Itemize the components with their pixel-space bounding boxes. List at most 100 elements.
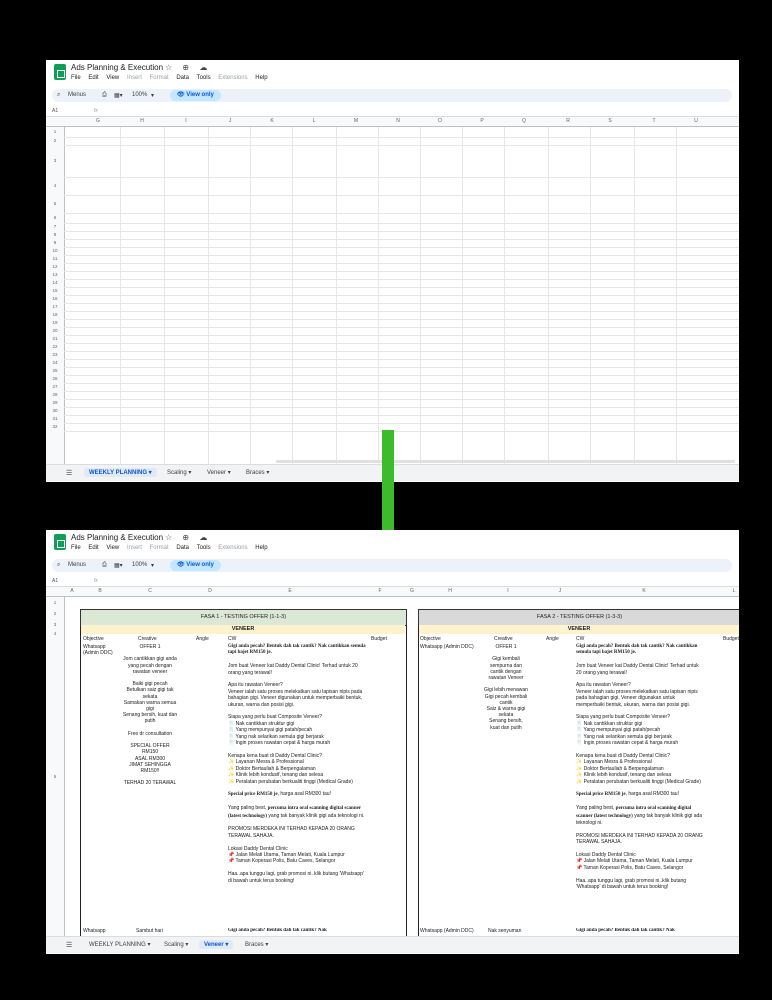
zoom-chevron-down-icon[interactable]: ▾: [151, 562, 154, 569]
row-header-11[interactable]: 11: [46, 256, 64, 261]
star-move-cloud-icons[interactable]: ☆ ⊕ ☁: [165, 63, 211, 72]
zoom-chevron-down-icon[interactable]: ▾: [151, 92, 154, 99]
row-header-4[interactable]: 4: [46, 183, 64, 188]
sheets-logo-icon[interactable]: [54, 534, 66, 550]
row-header-26[interactable]: 26: [46, 376, 64, 381]
row-header-9[interactable]: 9: [46, 240, 64, 245]
column-header-j[interactable]: J: [559, 588, 562, 594]
row-header-6[interactable]: 6: [46, 215, 64, 220]
menu-insert[interactable]: Insert: [127, 545, 142, 551]
row-header-12[interactable]: 12: [46, 264, 64, 269]
row-header-20[interactable]: 20: [46, 328, 64, 333]
column-header-b[interactable]: B: [98, 588, 101, 594]
column-header-h[interactable]: H: [448, 588, 452, 594]
phase2-next-cw[interactable]: Gigi anda pecah? Bentuk dah tak cantik? …: [576, 928, 716, 934]
sheets-logo-icon[interactable]: [54, 64, 66, 80]
phase2-title[interactable]: FASA 2 - TESTING OFFER (1-3-3): [418, 609, 739, 626]
tab-weekly-planning[interactable]: WEEKLY PLANNING ▾: [84, 940, 155, 949]
column-header-k[interactable]: K: [270, 118, 273, 124]
row-header-17[interactable]: 17: [46, 304, 64, 309]
column-header-r[interactable]: R: [566, 118, 570, 124]
search-menus-icon[interactable]: ⌕: [57, 92, 60, 99]
column-header-j[interactable]: J: [229, 118, 232, 124]
row-header-3[interactable]: 3: [46, 158, 64, 163]
column-header-e[interactable]: E: [288, 588, 291, 594]
document-title[interactable]: Ads Planning & Execution: [71, 533, 163, 542]
search-menus-icon[interactable]: ⌕: [57, 562, 60, 569]
menu-format[interactable]: Format: [150, 545, 169, 551]
menu-edit[interactable]: Edit: [88, 545, 98, 551]
tab-scaling[interactable]: Scaling ▾: [162, 468, 196, 477]
column-header-l[interactable]: L: [313, 118, 316, 124]
horizontal-scrollbar[interactable]: [276, 460, 735, 463]
menu-data[interactable]: Data: [176, 75, 189, 81]
tab-veneer[interactable]: Veneer ▾: [202, 468, 236, 477]
phase1-creative-cell[interactable]: OFFER 1 Jom cantikkan gigi anda yang pec…: [122, 644, 178, 787]
row-header-25[interactable]: 25: [46, 368, 64, 373]
column-header-q[interactable]: Q: [522, 118, 526, 124]
column-header-f[interactable]: F: [378, 588, 381, 594]
row-header-27[interactable]: 27: [46, 384, 64, 389]
row-header-1[interactable]: 1: [46, 600, 64, 605]
row-header-13[interactable]: 13: [46, 272, 64, 277]
phase2-header-cw[interactable]: CW: [576, 636, 584, 642]
phase2-creative-cell[interactable]: OFFER 1 Gigi kembali sempurna dan cantik…: [484, 644, 528, 731]
row-header-1[interactable]: 1: [46, 129, 64, 134]
view-only-button[interactable]: 👁 View only: [170, 560, 221, 571]
menu-help[interactable]: Help: [255, 75, 267, 81]
phase2-objective-cell[interactable]: Whatsapp (Admin DDC): [420, 644, 486, 650]
column-header-t[interactable]: T: [652, 118, 655, 124]
phase1-next-cw[interactable]: Gigi anda pecah? Bentuk dah tak cantik? …: [228, 928, 378, 934]
phase1-next-objective[interactable]: Whatsapp: [83, 928, 106, 934]
menu-tools[interactable]: Tools: [197, 545, 211, 551]
menu-format[interactable]: Format: [150, 75, 169, 81]
row-header-21[interactable]: 21: [46, 336, 64, 341]
tab-scaling[interactable]: Scaling ▾: [159, 940, 193, 949]
column-header-i[interactable]: I: [185, 118, 186, 124]
row-header-19[interactable]: 19: [46, 320, 64, 325]
menu-file[interactable]: File: [71, 545, 81, 551]
column-header-p[interactable]: P: [480, 118, 483, 124]
menu-insert[interactable]: Insert: [127, 75, 142, 81]
all-sheets-menu-icon[interactable]: ☰: [66, 469, 72, 477]
row-header-16[interactable]: 16: [46, 296, 64, 301]
paint-format-icon[interactable]: ▦▾: [114, 92, 123, 99]
zoom-select[interactable]: 100%: [132, 92, 147, 98]
row-header-23[interactable]: 23: [46, 352, 64, 357]
row-header-3[interactable]: 3: [46, 622, 64, 627]
row-header-30[interactable]: 30: [46, 408, 64, 413]
phase2-header-creative[interactable]: Creative: [494, 636, 513, 642]
row-header-10[interactable]: 10: [46, 248, 64, 253]
row-header-7[interactable]: 7: [46, 224, 64, 229]
row-header-29[interactable]: 29: [46, 400, 64, 405]
column-header-o[interactable]: O: [438, 118, 442, 124]
row-header-32[interactable]: 32: [46, 424, 64, 429]
menu-file[interactable]: File: [71, 75, 81, 81]
tab-braces[interactable]: Braces ▾: [240, 940, 273, 949]
row-header-18[interactable]: 18: [46, 312, 64, 317]
column-header-g[interactable]: G: [410, 588, 414, 594]
column-header-s[interactable]: S: [608, 118, 611, 124]
phase2-header-budget[interactable]: Budget: [723, 636, 739, 642]
paint-format-icon[interactable]: ▦▾: [114, 562, 123, 569]
name-box[interactable]: A1: [52, 578, 58, 584]
search-menus-label[interactable]: Menus: [68, 92, 86, 98]
phase1-next-creative[interactable]: Sambut hari: [136, 928, 163, 934]
phase1-header-budget[interactable]: Budget: [371, 636, 387, 642]
phase1-title[interactable]: FASA 1 - TESTING OFFER (1-1-3): [80, 609, 407, 626]
name-box[interactable]: A1: [52, 108, 58, 114]
star-move-cloud-icons[interactable]: ☆ ⊕ ☁: [165, 533, 211, 542]
row-header-4[interactable]: 4: [46, 631, 64, 636]
column-header-g[interactable]: G: [96, 118, 100, 124]
menu-extensions[interactable]: Extensions: [218, 545, 247, 551]
phase2-next-objective[interactable]: Whatsapp (Admin DDC): [420, 928, 474, 934]
zoom-select[interactable]: 100%: [132, 562, 147, 568]
print-icon[interactable]: ⎙: [102, 92, 107, 99]
phase2-next-creative[interactable]: Nak senyuman: [488, 928, 521, 934]
row-header-2[interactable]: 2: [46, 138, 64, 143]
phase2-cw-cell[interactable]: Gigi anda pecah? Bentuk dah tak cantik? …: [576, 644, 704, 890]
phase1-cw-cell[interactable]: Gigi anda pecah? Bentuk dah tak cantik? …: [228, 644, 366, 884]
column-header-n[interactable]: N: [396, 118, 400, 124]
document-title[interactable]: Ads Planning & Execution: [71, 63, 163, 72]
menu-edit[interactable]: Edit: [88, 75, 98, 81]
